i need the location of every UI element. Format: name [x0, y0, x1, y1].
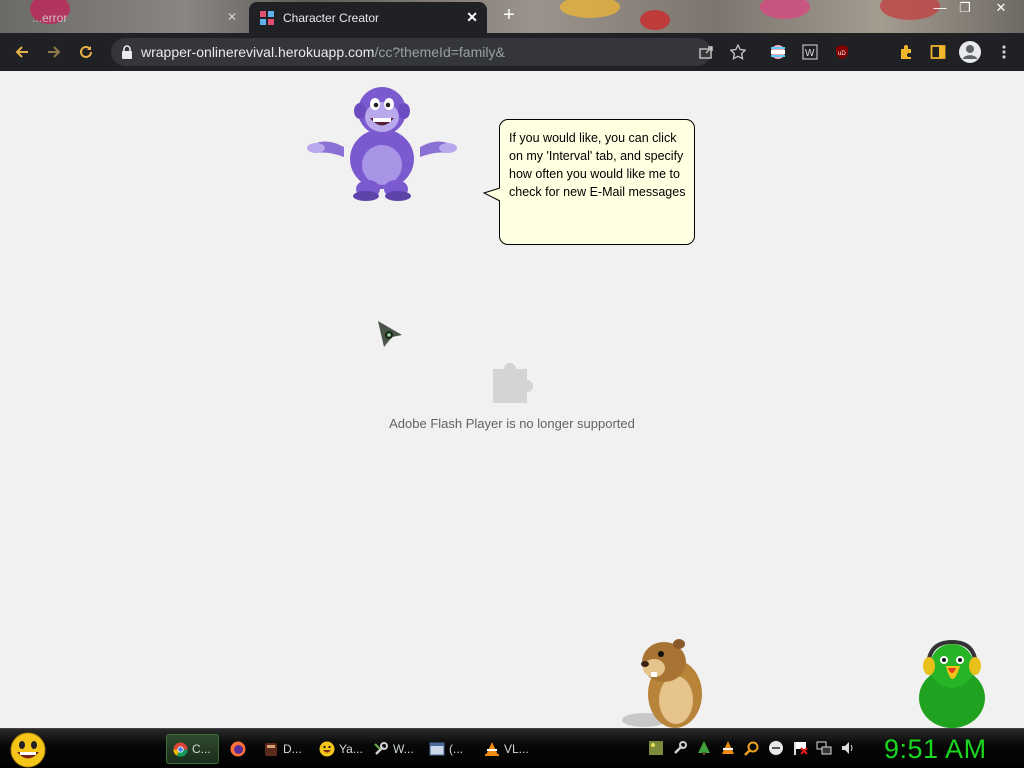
taskbar-item-label: Ya...	[339, 742, 363, 756]
maximize-button[interactable]: ❐	[950, 0, 980, 18]
vlc-icon	[484, 741, 500, 757]
profile-button[interactable]	[958, 40, 982, 64]
taskbar-item-firefox[interactable]	[225, 734, 253, 764]
hamster-agent[interactable]	[620, 634, 710, 729]
taskbar-item-window[interactable]: (...	[424, 734, 476, 764]
reload-icon	[80, 45, 92, 58]
chrome-icon	[172, 741, 188, 757]
tab-inactive[interactable]: ...error ✕	[0, 2, 245, 33]
menu-button[interactable]	[994, 42, 1014, 62]
tray-item[interactable]	[696, 740, 712, 756]
profile-icon	[959, 41, 981, 63]
wallpaper-splash	[560, 0, 620, 18]
network-icon	[816, 741, 832, 755]
kebab-menu-icon	[1002, 45, 1006, 59]
firefox-icon	[230, 741, 246, 757]
reload-button[interactable]	[74, 40, 98, 64]
picture-icon	[649, 741, 663, 755]
clock[interactable]: 9:51 AM	[884, 734, 987, 765]
tab-title: Character Creator	[283, 10, 380, 25]
sidebar-icon	[930, 45, 946, 59]
ublock-button[interactable]: uD	[832, 42, 852, 62]
minus-circle-icon	[769, 741, 783, 755]
taskbar-item-label: VL...	[504, 742, 529, 756]
plugin-unsupported-message: Adobe Flash Player is no longer supporte…	[389, 416, 635, 431]
bonzi-buddy-agent[interactable]	[304, 85, 460, 203]
close-icon[interactable]: ✕	[227, 10, 237, 24]
url-host: wrapper-onlinerevival.herokuapp.com	[141, 44, 375, 60]
svg-text:W: W	[805, 48, 815, 59]
wallpaper-splash	[760, 0, 810, 19]
taskbar-item-label: W...	[393, 742, 414, 756]
extensions-button[interactable]	[896, 42, 916, 62]
tray-item[interactable]	[672, 740, 688, 756]
volume-icon	[842, 742, 853, 754]
tray-item[interactable]	[648, 740, 664, 756]
page-content: If you would like, you can click on my '…	[0, 71, 1024, 728]
taskbar-item-yahoo[interactable]: Ya...	[314, 734, 366, 764]
sidebar-button[interactable]	[928, 42, 948, 62]
speech-bubble-text: If you would like, you can click on my '…	[509, 131, 686, 199]
taskbar: C... D... Ya... W... (... VL... 9:51 AM	[0, 728, 1024, 768]
share-icon	[699, 46, 713, 59]
share-button[interactable]	[696, 42, 716, 62]
back-arrow-icon	[15, 46, 28, 58]
ublock-icon: uD	[836, 45, 848, 59]
taskbar-item-label: D...	[283, 742, 302, 756]
smiley-icon	[319, 741, 335, 757]
taskbar-item-d[interactable]: D...	[258, 734, 310, 764]
speech-bubble[interactable]: If you would like, you can click on my '…	[499, 119, 695, 245]
tab-title: ...error	[32, 10, 68, 25]
flag-icon	[794, 742, 808, 755]
plugin-placeholder: Adobe Flash Player is no longer supporte…	[300, 359, 724, 439]
forward-button[interactable]	[42, 40, 66, 64]
cursor-icon	[378, 321, 402, 347]
tray-item[interactable]	[720, 740, 736, 756]
start-button[interactable]	[8, 732, 48, 768]
wrench-icon	[674, 741, 687, 754]
taskbar-item-chrome[interactable]: C...	[166, 734, 219, 764]
speech-bubble-tail	[483, 187, 503, 203]
taskbar-item-label: (...	[449, 742, 463, 756]
puzzle-icon	[493, 363, 533, 403]
puzzle-icon	[901, 45, 911, 59]
grid-extension-icon: W	[802, 44, 818, 60]
favicon-icon	[260, 11, 274, 25]
parrot-agent[interactable]	[914, 636, 990, 730]
taskbar-item-label: C...	[192, 742, 211, 756]
wallpaper-splash	[640, 10, 670, 30]
vlc-icon	[722, 741, 734, 754]
tray-item[interactable]	[840, 740, 856, 756]
browser-toolbar: wrapper-onlinerevival.herokuapp.com/cc?t…	[0, 33, 1024, 71]
tab-strip: ...error ✕ Character Creator ✕ + — ❐ ✕	[0, 0, 1024, 33]
extension-button[interactable]	[768, 42, 788, 62]
tab-character-creator[interactable]: Character Creator ✕	[249, 2, 487, 33]
window-icon	[429, 741, 445, 757]
close-icon[interactable]: ✕	[466, 9, 478, 26]
forward-arrow-icon	[48, 46, 61, 58]
tray-item[interactable]	[744, 740, 760, 756]
tray-item[interactable]	[768, 740, 784, 756]
taskbar-item-vlc[interactable]: VL...	[479, 734, 531, 764]
svg-text:uD: uD	[838, 51, 846, 57]
tree-icon	[698, 741, 710, 755]
search-icon	[744, 741, 759, 756]
extension-button[interactable]: W	[800, 42, 820, 62]
lock-icon	[122, 45, 132, 59]
taskbar-item-w[interactable]: W...	[368, 734, 420, 764]
wrench-icon	[373, 741, 389, 757]
tray-item[interactable]	[816, 740, 832, 756]
star-icon	[730, 44, 746, 60]
back-button[interactable]	[10, 40, 34, 64]
address-bar[interactable]: wrapper-onlinerevival.herokuapp.com/cc?t…	[111, 38, 711, 66]
flag-extension-icon	[771, 45, 785, 59]
close-window-button[interactable]: ✕	[986, 0, 1016, 18]
new-tab-button[interactable]: +	[498, 4, 520, 28]
tray-item[interactable]	[792, 740, 808, 756]
bookmark-button[interactable]	[728, 42, 748, 62]
app-icon	[263, 741, 279, 757]
url-path: /cc?themeId=family&	[374, 44, 505, 60]
